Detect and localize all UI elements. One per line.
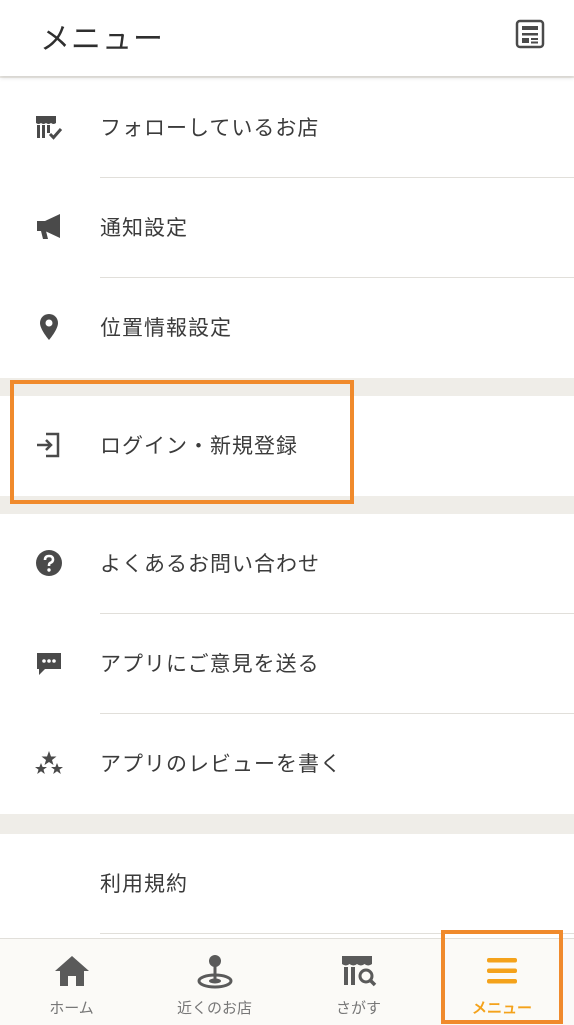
location-pin-icon (40, 314, 58, 340)
menu-item-notification-settings[interactable]: 通知設定 (0, 178, 574, 278)
app-header: メニュー (0, 0, 574, 76)
menu-item-label: 位置情報設定 (100, 316, 232, 340)
menu-item-label: アプリにご意見を送る (100, 652, 320, 676)
menu-item-label: よくあるお問い合わせ (100, 552, 320, 576)
tab-label: ホーム (49, 999, 94, 1017)
tab-home[interactable]: ホーム (0, 939, 143, 1025)
menu-item-write-review[interactable]: アプリのレビューを書く (0, 714, 574, 814)
home-icon (54, 956, 89, 986)
news-icon[interactable] (514, 18, 546, 50)
menu-item-send-feedback[interactable]: アプリにご意見を送る (0, 614, 574, 714)
megaphone-icon (37, 214, 60, 239)
chat-icon (37, 653, 61, 675)
tab-nearby[interactable]: 近くのお店 (143, 939, 286, 1025)
page-title: メニュー (40, 22, 164, 57)
menu-section-settings: フォローしているお店 通知設定 位置情報設定 (0, 78, 574, 378)
store-follow-icon (36, 116, 63, 140)
menu-item-label: 通知設定 (100, 216, 188, 240)
menu-item-label: フォローしているお店 (100, 116, 320, 140)
highlight-login (10, 380, 354, 504)
question-icon (36, 550, 62, 576)
menu-item-label: 利用規約 (100, 872, 188, 896)
nearby-icon (197, 955, 232, 989)
menu-section-support: よくあるお問い合わせ アプリにご意見を送る アプリのレビューを書く (0, 514, 574, 814)
menu-item-label: アプリのレビューを書く (100, 752, 342, 776)
tab-label: 近くのお店 (176, 999, 252, 1017)
tab-label: さがす (335, 999, 381, 1017)
stars-icon (35, 751, 63, 774)
menu-item-faq[interactable]: よくあるお問い合わせ (0, 514, 574, 614)
highlight-menu-tab (441, 930, 563, 1024)
menu-section-legal: 利用規約 (0, 834, 574, 938)
tab-search[interactable]: さがす (287, 939, 430, 1025)
menu-item-location-settings[interactable]: 位置情報設定 (0, 278, 574, 378)
store-search-icon (341, 956, 376, 987)
menu-item-followed-stores[interactable]: フォローしているお店 (0, 78, 574, 178)
menu-item-terms[interactable]: 利用規約 (0, 834, 574, 934)
